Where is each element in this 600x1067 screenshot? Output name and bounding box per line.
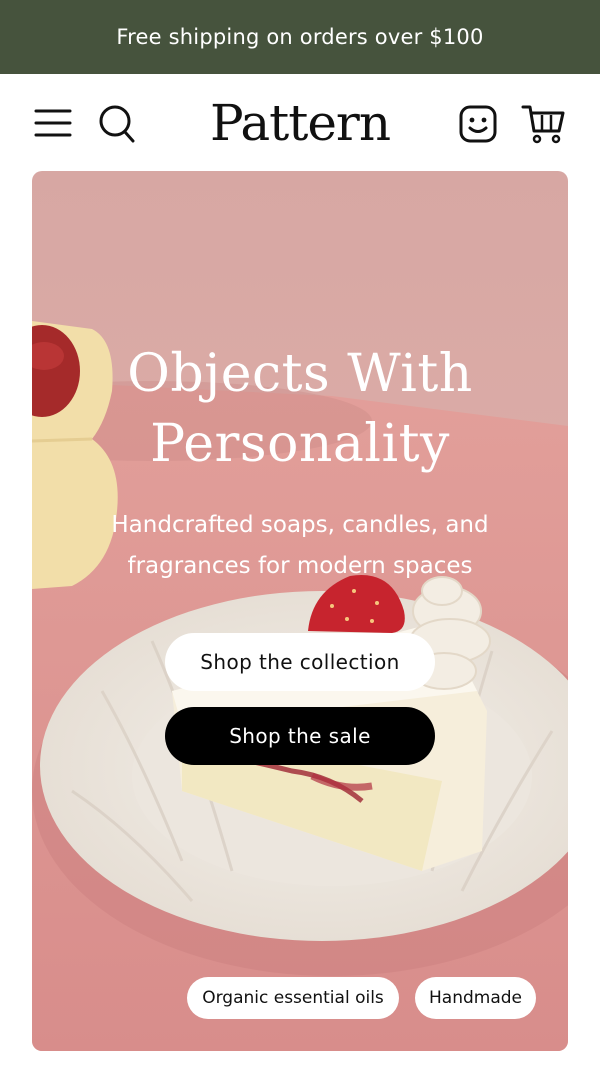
announcement-bar: Free shipping on orders over $100 <box>0 0 600 74</box>
announcement-text: Free shipping on orders over $100 <box>116 25 484 49</box>
tag-handmade: Handmade <box>415 977 536 1019</box>
hero-title-line-2: Personality <box>150 414 450 474</box>
site-logo[interactable]: Pattern <box>0 92 600 154</box>
shop-sale-button[interactable]: Shop the sale <box>165 707 435 765</box>
tag-organic-essential-oils: Organic essential oils <box>187 977 399 1019</box>
hero-title-line-1: Objects With <box>127 344 473 404</box>
shop-collection-button[interactable]: Shop the collection <box>165 633 435 691</box>
hero-banner: Objects With Personality Handcrafted soa… <box>32 171 568 1051</box>
cart-icon[interactable] <box>521 103 565 145</box>
hero-image <box>32 171 568 1051</box>
site-header: Pattern <box>0 74 600 172</box>
hero-subtitle-line-1: Handcrafted soaps, candles, and <box>111 512 489 538</box>
hero-title: Objects With Personality <box>32 339 568 479</box>
hero-subtitle: Handcrafted soaps, candles, and fragranc… <box>72 505 528 587</box>
account-icon[interactable] <box>458 104 498 144</box>
hero-subtitle-line-2: fragrances for modern spaces <box>127 553 473 579</box>
